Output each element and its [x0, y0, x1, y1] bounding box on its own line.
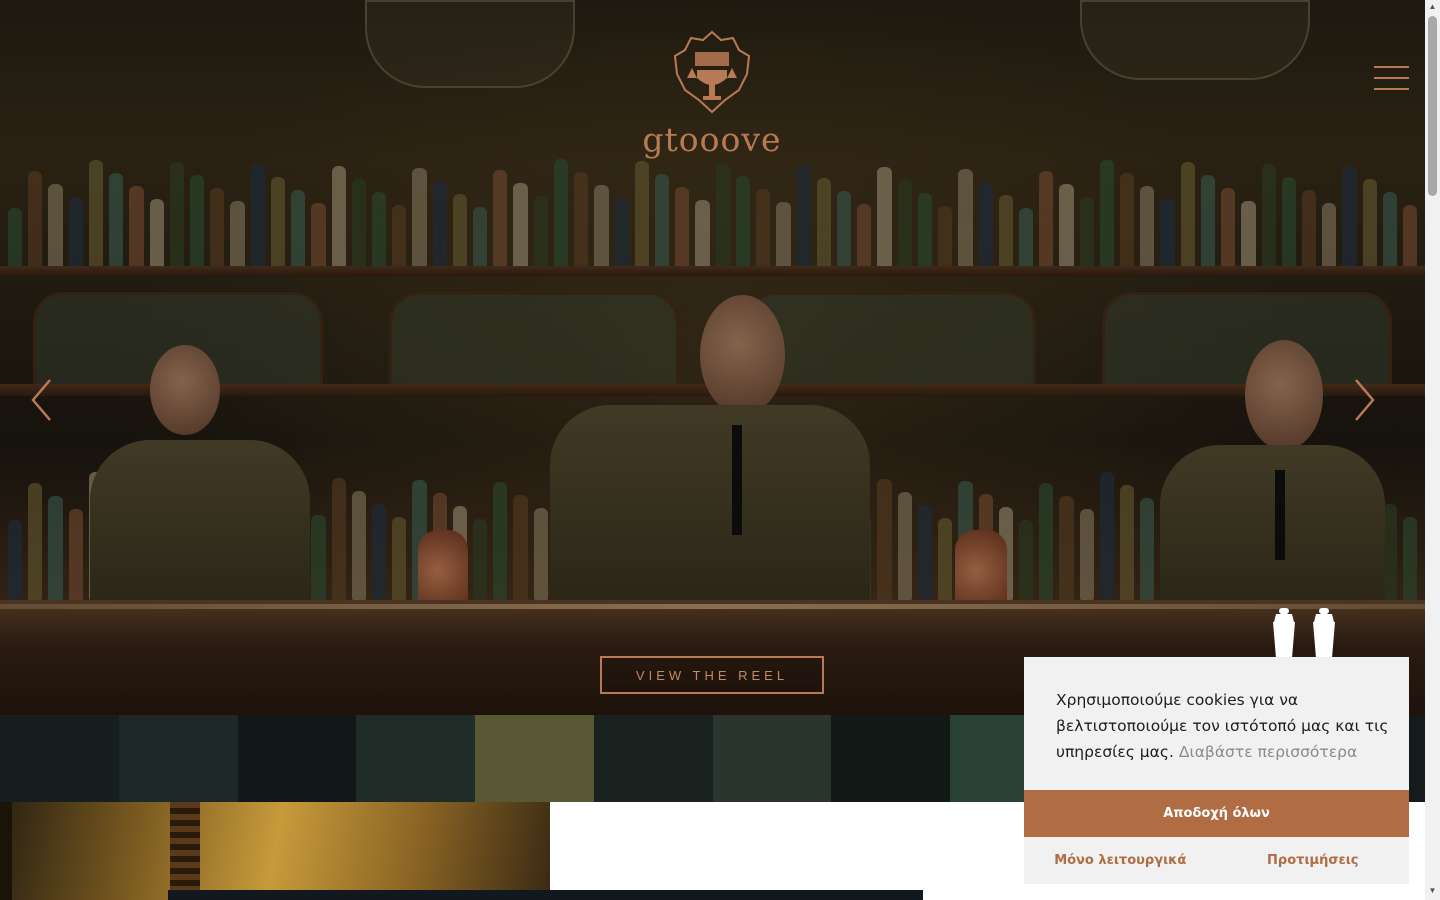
logo-wordmark: gtooove [642, 120, 782, 159]
cocktail-shaker-icon [1273, 608, 1335, 658]
logo-emblem-icon [673, 30, 751, 114]
slider-next-arrow[interactable] [1352, 378, 1376, 422]
vertical-scrollbar[interactable]: ▲ ▼ [1425, 0, 1440, 900]
interior-photo [0, 802, 550, 900]
slider-prev-arrow[interactable] [30, 378, 54, 422]
chevron-left-icon [31, 379, 51, 421]
chevron-right-icon [1355, 379, 1375, 421]
cookie-learn-more-link[interactable]: Διαβάστε περισσότερα [1179, 743, 1357, 761]
scrollbar-thumb[interactable] [1428, 16, 1437, 196]
hamburger-menu-button[interactable] [1374, 64, 1409, 92]
scroll-up-arrow-icon[interactable]: ▲ [1428, 2, 1437, 12]
hamburger-icon [1374, 66, 1409, 68]
cookie-secondary-actions: Μόνο λειτουργικά Προτιμήσεις [1024, 837, 1409, 884]
cookie-preferences-button[interactable]: Προτιμήσεις [1217, 837, 1410, 884]
accept-all-cookies-button[interactable]: Αποδοχή όλων [1024, 790, 1409, 837]
functional-only-button[interactable]: Μόνο λειτουργικά [1024, 837, 1217, 884]
cookie-message: Χρησιμοποιούμε cookies για να βελτιστοπο… [1056, 687, 1396, 765]
view-reel-button[interactable]: VIEW THE REEL [600, 656, 824, 694]
dark-content-strip [168, 890, 923, 900]
cookie-consent-banner: Χρησιμοποιούμε cookies για να βελτιστοπο… [1024, 657, 1409, 884]
scroll-down-arrow-icon[interactable]: ▼ [1428, 886, 1437, 896]
site-logo[interactable]: gtooove [640, 30, 784, 156]
